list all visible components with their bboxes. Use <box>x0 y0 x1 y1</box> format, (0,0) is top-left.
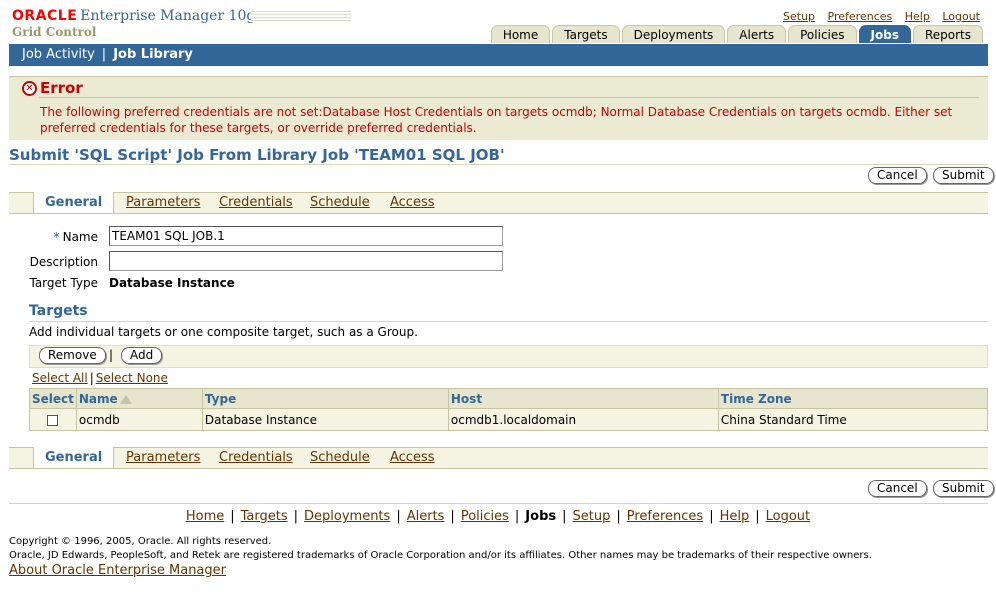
action-separator: | <box>109 348 114 362</box>
trademark-text: Oracle, JD Edwards, PeopleSoft, and Rete… <box>9 550 872 561</box>
footer-targets-link[interactable]: Targets <box>241 509 288 524</box>
footer-divider <box>9 503 988 504</box>
target-type-label: Target Type <box>29 276 98 290</box>
subtab-credentials-top[interactable]: Credentials <box>219 195 293 210</box>
targets-instruction: Add individual targets or one composite … <box>29 325 418 339</box>
subtab-access-top[interactable]: Access <box>390 195 435 210</box>
description-input[interactable] <box>109 251 503 271</box>
targets-title: Targets <box>29 303 88 319</box>
subtab-general-top[interactable]: General <box>33 192 115 213</box>
subtabs-bottom: General Parameters Credentials Schedule … <box>9 447 988 469</box>
footer-deployments-link[interactable]: Deployments <box>304 509 390 524</box>
error-box: ✕ Error The following preferred credenti… <box>9 76 988 140</box>
product-subtitle: Grid Control <box>12 25 97 39</box>
subnav-job-library[interactable]: Job Library <box>113 47 193 62</box>
sub-navigation: Job Activity | Job Library <box>9 44 988 66</box>
copyright-block: Copyright © 1996, 2005, Oracle. All righ… <box>9 535 872 563</box>
footer-help-link[interactable]: Help <box>720 509 750 524</box>
oracle-wordmark: ORACLE <box>12 8 78 24</box>
subnav-job-activity[interactable]: Job Activity <box>22 47 95 62</box>
footer-alerts-link[interactable]: Alerts <box>407 509 445 524</box>
error-message: The following preferred credentials are … <box>40 105 953 135</box>
row-checkbox[interactable] <box>47 414 59 426</box>
col-timezone[interactable]: Time Zone <box>717 388 989 409</box>
submit-button-top[interactable]: Submit <box>933 167 994 184</box>
footer-links: Home | Targets | Deployments | Alerts | Policies… <box>185 509 811 524</box>
tab-policies[interactable]: Policies <box>788 25 857 43</box>
targets-action-bar <box>29 345 988 368</box>
name-input[interactable] <box>109 226 503 246</box>
targets-divider <box>29 321 988 322</box>
col-type[interactable]: Type <box>201 388 449 409</box>
copyright-text: Copyright © 1996, 2005, Oracle. All righ… <box>9 536 272 547</box>
preferences-link[interactable]: Preferences <box>828 10 893 23</box>
sort-ascending-icon <box>119 394 132 404</box>
subnav-separator: | <box>101 47 107 62</box>
footer-setup-link[interactable]: Setup <box>573 509 611 524</box>
select-links-separator: | <box>89 371 94 385</box>
error-divider <box>39 97 979 98</box>
submit-button-bottom[interactable]: Submit <box>933 480 994 497</box>
help-link[interactable]: Help <box>905 10 930 23</box>
col-select: Select <box>29 388 77 409</box>
oracle-logo: ORACLE Enterprise Manager 10g Grid Contro… <box>12 8 351 39</box>
subtab-access-bottom[interactable]: Access <box>390 450 435 465</box>
description-label: Description <box>29 255 98 269</box>
subtab-schedule-bottom[interactable]: Schedule <box>310 450 370 465</box>
required-marker: * <box>53 230 60 244</box>
select-all-link[interactable]: Select All <box>32 371 88 385</box>
col-name-label: Name <box>78 391 118 406</box>
error-title: Error <box>40 79 83 97</box>
tab-deployments[interactable]: Deployments <box>621 25 726 43</box>
cancel-button-bottom[interactable]: Cancel <box>868 480 927 497</box>
subtab-general-bottom[interactable]: General <box>33 447 115 468</box>
row-type: Database Instance <box>201 408 449 431</box>
table-row: ocmdb Database Instance ocmdb1.localdoma… <box>29 408 989 431</box>
logo-stripes <box>251 11 351 22</box>
select-none-link[interactable]: Select None <box>96 371 168 385</box>
cancel-button-top[interactable]: Cancel <box>868 167 927 184</box>
tab-jobs[interactable]: Jobs <box>858 25 911 43</box>
subtab-parameters-top[interactable]: Parameters <box>126 195 200 210</box>
table-header-row: Select Name Type Host Time Zone <box>29 388 989 409</box>
footer-logout-link[interactable]: Logout <box>766 509 811 524</box>
target-type-value: Database Instance <box>109 276 235 290</box>
subtab-parameters-bottom[interactable]: Parameters <box>126 450 200 465</box>
product-name: Enterprise Manager 10g <box>80 8 256 24</box>
select-links: Select All | Select None <box>32 371 168 385</box>
tab-reports[interactable]: Reports <box>912 25 983 43</box>
col-name[interactable]: Name <box>75 388 203 409</box>
footer-policies-link[interactable]: Policies <box>461 509 509 524</box>
col-host[interactable]: Host <box>447 388 719 409</box>
row-timezone: China Standard Time <box>717 408 989 431</box>
subtabs-top: General Parameters Credentials Schedule … <box>9 192 988 214</box>
subtab-credentials-bottom[interactable]: Credentials <box>219 450 293 465</box>
row-name: ocmdb <box>75 408 203 431</box>
targets-table: Select Name Type Host Time Zone ocmdb Da… <box>29 388 989 431</box>
row-host: ocmdb1.localdomain <box>447 408 719 431</box>
error-icon: ✕ <box>22 80 37 96</box>
about-link[interactable]: About Oracle Enterprise Manager <box>9 563 226 578</box>
add-button[interactable]: Add <box>121 347 163 364</box>
title-divider <box>9 164 988 165</box>
error-header: ✕ Error <box>22 79 83 97</box>
tab-home[interactable]: Home <box>490 25 551 43</box>
main-tabs: Home Targets Deployments Alerts Policies… <box>489 25 983 43</box>
footer-preferences-link[interactable]: Preferences <box>627 509 703 524</box>
tab-alerts[interactable]: Alerts <box>727 25 787 43</box>
subtab-schedule-top[interactable]: Schedule <box>310 195 370 210</box>
name-label: * Name <box>40 230 98 244</box>
setup-link[interactable]: Setup <box>783 10 815 23</box>
logout-link[interactable]: Logout <box>942 10 980 23</box>
row-select-cell <box>29 408 77 431</box>
page-title: Submit 'SQL Script' Job From Library Job… <box>9 146 505 164</box>
name-label-text: Name <box>62 230 98 244</box>
global-links: Setup Preferences Help Logout <box>774 10 980 23</box>
remove-button[interactable]: Remove <box>39 347 106 364</box>
tab-targets[interactable]: Targets <box>552 25 620 43</box>
footer-jobs-current: Jobs <box>525 509 557 524</box>
footer-home-link[interactable]: Home <box>186 509 224 524</box>
